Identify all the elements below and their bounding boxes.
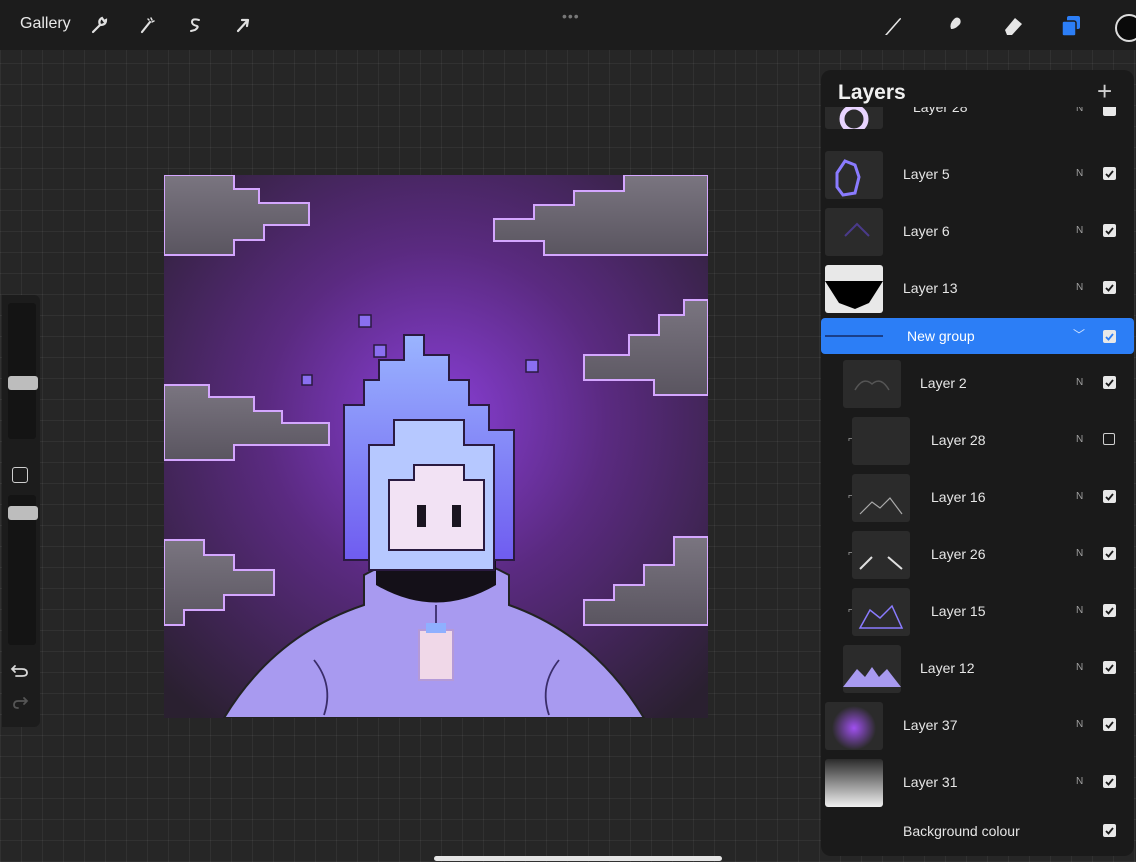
- layer-thumbnail: [825, 265, 883, 313]
- brush-size-thumb[interactable]: [8, 376, 38, 390]
- opacity-thumb[interactable]: [8, 506, 38, 520]
- smudge-icon[interactable]: [940, 13, 966, 39]
- brush-icon[interactable]: [880, 13, 906, 39]
- group-line-icon: [825, 335, 883, 337]
- gallery-button[interactable]: Gallery: [20, 15, 71, 33]
- layer-row[interactable]: Layer 6 N: [821, 204, 1134, 260]
- layer-row[interactable]: Layer 13 N: [821, 261, 1134, 317]
- layer-thumbnail: [843, 645, 901, 693]
- visibility-checkbox[interactable]: [1103, 718, 1116, 731]
- layer-row[interactable]: Layer 2 N: [821, 356, 1134, 412]
- chevron-down-icon[interactable]: ﹀: [1073, 326, 1085, 343]
- layer-thumbnail: [843, 360, 901, 408]
- layer-thumbnail: [825, 759, 883, 807]
- layer-name: Layer 6: [903, 223, 950, 239]
- blend-mode[interactable]: N: [1076, 605, 1083, 616]
- layers-panel: Layers + Layer 28 N Layer 5 N Layer 6 N …: [821, 70, 1134, 856]
- layer-name: Layer 26: [931, 546, 986, 562]
- magic-wand-icon[interactable]: [136, 14, 158, 36]
- layer-name: Layer 37: [903, 717, 958, 733]
- visibility-checkbox[interactable]: [1103, 661, 1116, 674]
- blend-mode[interactable]: N: [1076, 662, 1083, 673]
- layer-row[interactable]: Layer 37 N: [821, 698, 1134, 754]
- blend-mode[interactable]: N: [1076, 548, 1083, 559]
- layer-name: Layer 28: [913, 107, 968, 115]
- blend-mode[interactable]: N: [1076, 491, 1083, 502]
- top-toolbar: Gallery •••: [0, 0, 1136, 50]
- colour-swatch[interactable]: [1115, 14, 1136, 42]
- layer-row[interactable]: Layer 31 N: [821, 755, 1134, 811]
- blend-mode[interactable]: N: [1076, 377, 1083, 388]
- visibility-checkbox[interactable]: [1103, 547, 1116, 560]
- menu-dots[interactable]: •••: [562, 8, 580, 24]
- selection-icon[interactable]: [184, 14, 206, 36]
- visibility-checkbox[interactable]: [1103, 224, 1116, 237]
- layers-icon[interactable]: [1058, 13, 1084, 39]
- layer-name: Layer 16: [931, 489, 986, 505]
- visibility-checkbox[interactable]: [1103, 281, 1116, 294]
- layer-name: Layer 5: [903, 166, 950, 182]
- layer-thumbnail: [825, 702, 883, 750]
- layer-name: Layer 15: [931, 603, 986, 619]
- visibility-checkbox[interactable]: [1103, 376, 1116, 389]
- visibility-checkbox[interactable]: [1103, 604, 1116, 617]
- layer-row[interactable]: Layer 12 N: [821, 641, 1134, 697]
- blend-mode[interactable]: N: [1076, 434, 1083, 445]
- layer-thumbnail: [852, 531, 910, 579]
- layer-thumbnail: [852, 588, 910, 636]
- visibility-checkbox[interactable]: [1103, 167, 1116, 180]
- blend-mode[interactable]: N: [1076, 282, 1083, 293]
- layer-name: Layer 2: [920, 375, 967, 391]
- undo-icon[interactable]: [10, 663, 30, 684]
- visibility-checkbox[interactable]: [1103, 490, 1116, 503]
- visibility-checkbox[interactable]: [1103, 433, 1115, 445]
- blend-mode[interactable]: N: [1076, 776, 1083, 787]
- layer-name: Background colour: [903, 823, 1020, 839]
- layer-row[interactable]: Layer 28 N: [821, 107, 1134, 133]
- transform-arrow-icon[interactable]: [232, 14, 254, 36]
- layers-title: Layers: [838, 81, 906, 104]
- layer-name: Layer 12: [920, 660, 975, 676]
- layer-row[interactable]: ⌐ Layer 28 N: [821, 413, 1134, 469]
- canvas-artwork[interactable]: [164, 175, 708, 718]
- group-name: New group: [907, 328, 975, 344]
- layer-name: Layer 13: [903, 280, 958, 296]
- layer-thumbnail: [852, 417, 910, 465]
- layer-thumbnail: [825, 208, 883, 256]
- eraser-icon[interactable]: [1000, 13, 1026, 39]
- layer-thumbnail: [825, 107, 883, 129]
- layer-row[interactable]: ⌐ Layer 16 N: [821, 470, 1134, 526]
- blend-mode[interactable]: N: [1076, 168, 1083, 179]
- blend-mode[interactable]: N: [1076, 719, 1083, 730]
- visibility-checkbox[interactable]: [1103, 330, 1116, 343]
- modify-square-icon[interactable]: [12, 467, 28, 483]
- layer-group-row[interactable]: New group ﹀: [821, 318, 1134, 354]
- visibility-checkbox[interactable]: [1103, 107, 1116, 116]
- layer-row[interactable]: Layer 5 N: [821, 147, 1134, 203]
- visibility-checkbox[interactable]: [1103, 775, 1116, 788]
- blend-mode[interactable]: N: [1076, 107, 1083, 114]
- layer-row[interactable]: ⌐ Layer 15 N: [821, 584, 1134, 640]
- blend-mode[interactable]: N: [1076, 225, 1083, 236]
- visibility-checkbox[interactable]: [1103, 824, 1116, 837]
- redo-icon[interactable]: [10, 695, 30, 716]
- layer-name: Layer 31: [903, 774, 958, 790]
- layer-thumbnail: [825, 151, 883, 199]
- layer-name: Layer 28: [931, 432, 986, 448]
- brush-size-slider[interactable]: [8, 303, 36, 439]
- background-colour-row[interactable]: Background colour: [821, 804, 1134, 856]
- wrench-icon[interactable]: [88, 14, 110, 36]
- home-indicator: [434, 856, 722, 861]
- left-sidebar: [2, 295, 40, 727]
- add-layer-button[interactable]: +: [1097, 76, 1112, 107]
- layer-row[interactable]: ⌐ Layer 26 N: [821, 527, 1134, 583]
- layer-thumbnail: [852, 474, 910, 522]
